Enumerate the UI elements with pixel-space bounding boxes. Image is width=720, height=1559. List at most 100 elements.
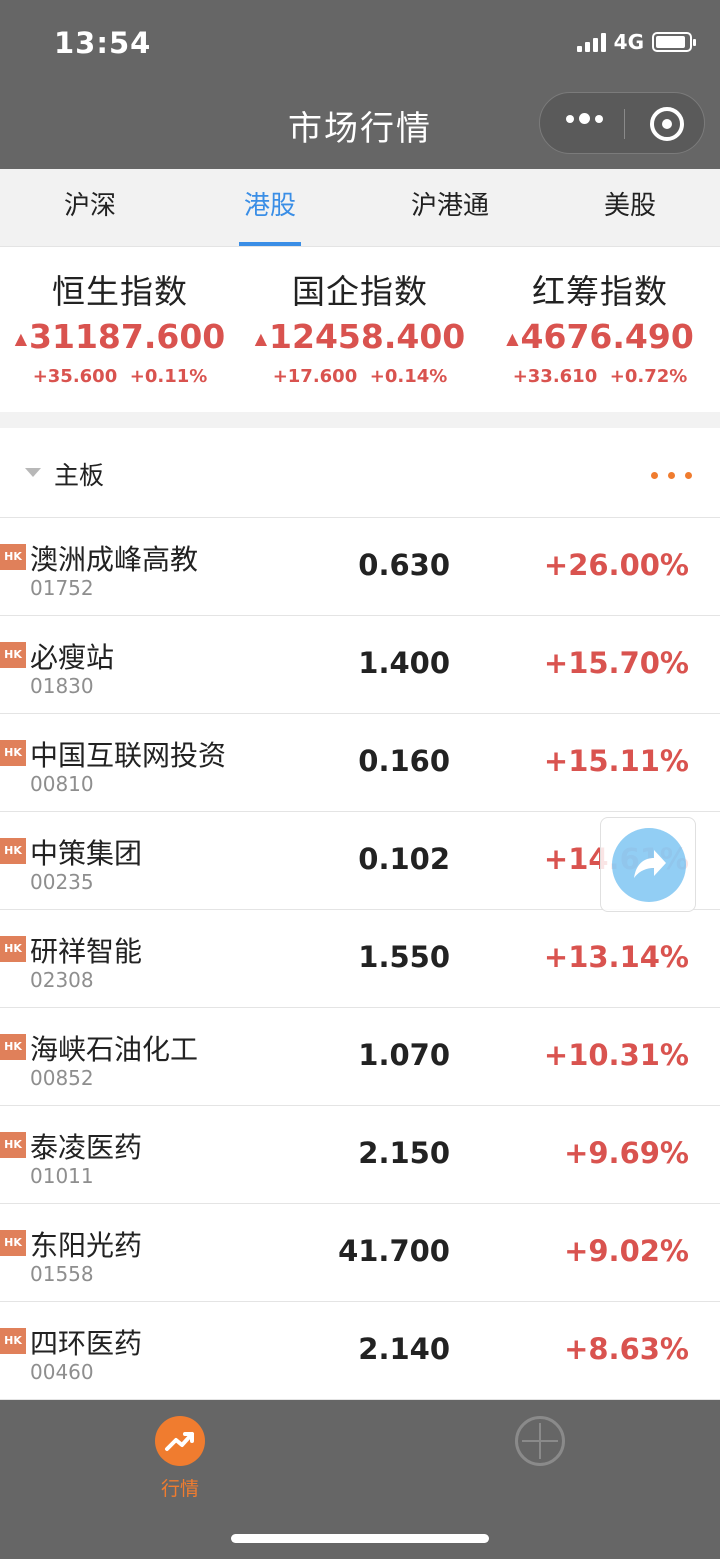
stock-price: 1.070 <box>358 1038 450 1072</box>
stock-price: 2.140 <box>358 1332 450 1366</box>
hk-badge: HK <box>0 838 26 864</box>
network-type: 4G <box>613 30 644 54</box>
stock-change: +8.63% <box>564 1332 689 1366</box>
stock-row[interactable]: HK 研祥智能 02308 1.550 +13.14% <box>0 910 720 1008</box>
close-target-icon[interactable] <box>650 107 684 141</box>
index-change-percent: +0.72% <box>609 366 688 387</box>
index-change: +35.600 +0.11% <box>0 366 240 387</box>
index-change-percent: +0.14% <box>369 366 448 387</box>
hk-badge: HK <box>0 1230 26 1256</box>
up-arrow-icon: ▲ <box>506 329 519 348</box>
stock-row[interactable]: HK 东阳光药 01558 41.700 +9.02% <box>0 1204 720 1302</box>
stock-name: 四环医药 <box>30 1327 143 1360</box>
stock-list: HK 澳洲成峰高教 01752 0.630 +26.00% HK 必瘦站 01830 1.400… <box>0 518 720 1400</box>
section-spacer <box>0 412 720 428</box>
home-indicator <box>231 1534 489 1543</box>
index-change-amount: +35.600 <box>32 366 118 387</box>
index-card[interactable]: 恒生指数 ▲31187.600 +35.600 +0.11% <box>0 247 240 412</box>
index-value-text: 31187.600 <box>29 317 226 356</box>
stock-name: 中国互联网投资 <box>30 739 227 772</box>
tab-hong-kong[interactable]: 港股 <box>180 169 360 246</box>
index-change: +17.600 +0.14% <box>240 366 480 387</box>
up-arrow-icon: ▲ <box>14 329 28 348</box>
share-float-button[interactable] <box>600 817 696 912</box>
tab-stock-connect[interactable]: 沪港通 <box>360 169 540 246</box>
index-value: ▲4676.490 <box>480 317 720 356</box>
board-label: 主板 <box>54 461 105 490</box>
stock-name: 研祥智能 <box>30 935 143 968</box>
hk-badge: HK <box>0 1132 26 1158</box>
index-change-percent: +0.11% <box>129 366 208 387</box>
stock-change: +9.69% <box>564 1136 689 1170</box>
stock-change: +13.14% <box>543 940 689 974</box>
stock-price: 41.700 <box>338 1234 450 1268</box>
hk-badge: HK <box>0 1328 26 1354</box>
hk-badge: HK <box>0 1034 26 1060</box>
bottom-tab-label: 行情 <box>160 1478 199 1500</box>
share-icon <box>612 828 686 902</box>
status-indicators: 4G <box>576 30 696 54</box>
stock-change: +15.11% <box>543 744 689 778</box>
stock-price: 0.160 <box>358 744 450 778</box>
stock-name: 海峡石油化工 <box>30 1033 199 1066</box>
stock-row[interactable]: HK 澳洲成峰高教 01752 0.630 +26.00% <box>0 518 720 616</box>
more-options-icon[interactable] <box>651 472 692 479</box>
stock-price: 1.550 <box>358 940 450 974</box>
bottom-tab-add[interactable] <box>450 1412 630 1466</box>
stock-name: 泰凌医药 <box>30 1131 143 1164</box>
index-value-text: 12458.400 <box>269 317 466 356</box>
stock-price: 2.150 <box>358 1136 450 1170</box>
trend-up-icon <box>155 1416 205 1466</box>
stock-row[interactable]: HK 中国互联网投资 00810 0.160 +15.11% <box>0 714 720 812</box>
tab-shenzhen-shanghai[interactable]: 沪深 <box>0 169 180 246</box>
stock-change: +15.70% <box>543 646 689 680</box>
hk-badge: HK <box>0 740 26 766</box>
bottom-tab-market[interactable]: 行情 <box>90 1412 270 1501</box>
stock-code: 00852 <box>30 1066 94 1090</box>
stock-code: 00235 <box>30 870 94 894</box>
more-icon[interactable] <box>566 113 603 124</box>
signal-icon <box>576 32 606 52</box>
stock-row[interactable]: HK 四环医药 00460 2.140 +8.63% <box>0 1302 720 1400</box>
hk-badge: HK <box>0 544 26 570</box>
stock-code: 01558 <box>30 1262 94 1286</box>
hk-badge: HK <box>0 642 26 668</box>
index-change-amount: +17.600 <box>272 366 358 387</box>
stock-code: 01752 <box>30 576 94 600</box>
stock-code: 00460 <box>30 1360 94 1384</box>
stock-name: 必瘦站 <box>30 641 115 674</box>
market-tabs: 沪深 港股 沪港通 美股 <box>0 169 720 247</box>
stock-change: +26.00% <box>543 548 689 582</box>
stock-name: 东阳光药 <box>30 1229 143 1262</box>
stock-row[interactable]: HK 必瘦站 01830 1.400 +15.70% <box>0 616 720 714</box>
bottom-tab-bar: 行情 <box>0 1400 720 1559</box>
index-name: 国企指数 <box>292 272 428 311</box>
battery-icon <box>652 32 696 52</box>
index-card[interactable]: 红筹指数 ▲4676.490 +33.610 +0.72% <box>480 247 720 412</box>
stock-change: +10.31% <box>543 1038 689 1072</box>
mini-program-capsule <box>539 92 705 154</box>
stock-price: 0.102 <box>358 842 450 876</box>
add-circle-icon <box>515 1416 565 1466</box>
index-change: +33.610 +0.72% <box>480 366 720 387</box>
caret-down-icon[interactable] <box>25 468 41 477</box>
stock-price: 1.400 <box>358 646 450 680</box>
stock-name: 中策集团 <box>30 837 143 870</box>
index-card[interactable]: 国企指数 ▲12458.400 +17.600 +0.14% <box>240 247 480 412</box>
stock-price: 0.630 <box>358 548 450 582</box>
stock-code: 01830 <box>30 674 94 698</box>
top-bar: 13:54 4G 市场行情 <box>0 0 720 169</box>
status-time: 13:54 <box>54 26 152 60</box>
index-value: ▲31187.600 <box>0 317 240 356</box>
index-name: 红筹指数 <box>532 272 668 311</box>
stock-row[interactable]: HK 泰凌医药 01011 2.150 +9.69% <box>0 1106 720 1204</box>
index-value: ▲12458.400 <box>240 317 480 356</box>
board-section-header[interactable]: 主板 <box>0 428 720 518</box>
stock-change: +9.02% <box>564 1234 689 1268</box>
tab-us-stocks[interactable]: 美股 <box>540 169 720 246</box>
stock-code: 00810 <box>30 772 94 796</box>
up-arrow-icon: ▲ <box>254 329 268 348</box>
index-name: 恒生指数 <box>52 272 188 311</box>
stock-row[interactable]: HK 海峡石油化工 00852 1.070 +10.31% <box>0 1008 720 1106</box>
index-summary: 恒生指数 ▲31187.600 +35.600 +0.11% 国企指数 ▲124… <box>0 247 720 412</box>
